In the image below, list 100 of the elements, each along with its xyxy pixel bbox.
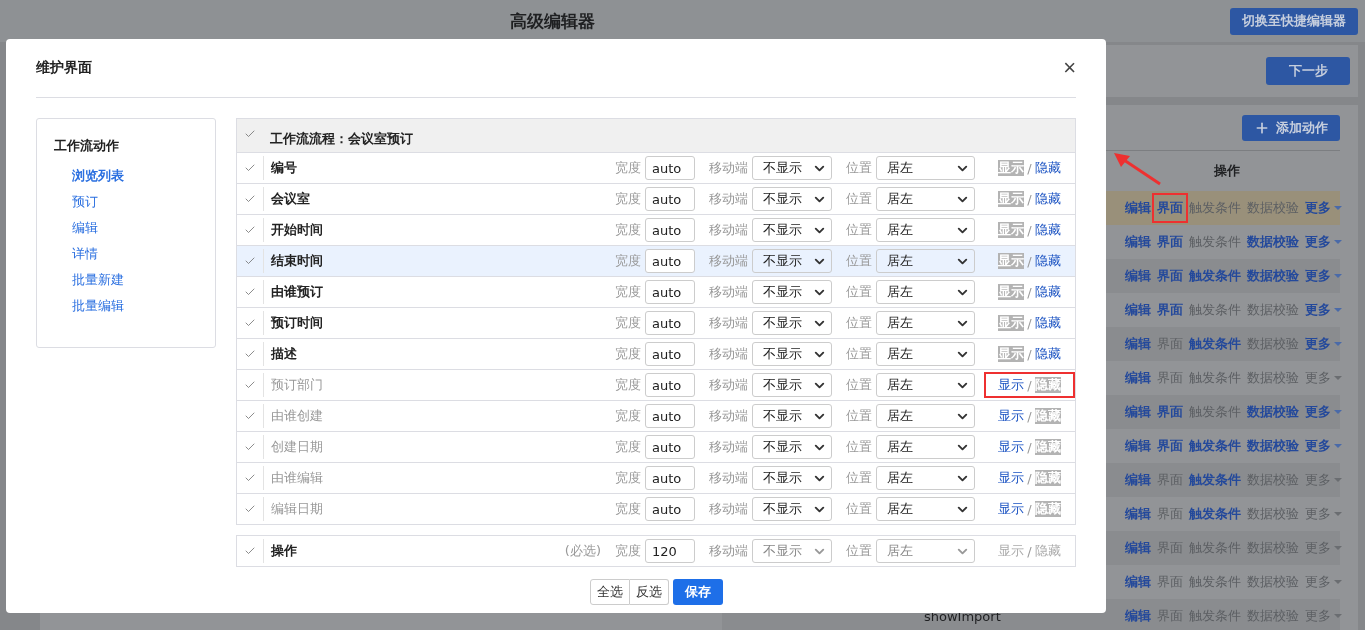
show-link[interactable]: 显示 (998, 407, 1025, 425)
mobile-select[interactable]: 不显示 (752, 497, 832, 521)
mobile-select[interactable]: 不显示 (752, 373, 832, 397)
action-link[interactable]: 数据校验 (1247, 437, 1299, 455)
position-select[interactable]: 居左 (876, 342, 975, 366)
width-input[interactable]: auto (645, 466, 695, 490)
show-link[interactable]: 显示 (998, 284, 1025, 300)
select-all-button[interactable]: 全选 (589, 579, 630, 605)
width-input[interactable]: auto (645, 156, 695, 180)
show-link[interactable]: 显示 (998, 253, 1025, 269)
switch-editor-button[interactable]: 切换至快捷编辑器 (1230, 7, 1358, 35)
action-link[interactable]: 触发条件 (1189, 335, 1241, 353)
action-link[interactable]: 更多 (1305, 199, 1343, 217)
mobile-select[interactable]: 不显示 (752, 156, 832, 180)
close-button[interactable]: × (1063, 55, 1076, 81)
position-select[interactable]: 居左 (876, 404, 975, 428)
action-link[interactable]: 触发条件 (1189, 471, 1241, 489)
hide-link[interactable]: 隐藏 (1034, 252, 1061, 270)
mobile-select[interactable]: 不显示 (752, 249, 832, 273)
width-input[interactable]: auto (645, 342, 695, 366)
action-link[interactable]: 界面 (1157, 403, 1183, 421)
action-link[interactable]: 更多 (1305, 233, 1343, 251)
sidebar-item[interactable]: 批量编辑 (72, 293, 124, 319)
action-link[interactable]: 编辑 (1125, 573, 1151, 591)
action-link[interactable]: 更多 (1305, 301, 1343, 319)
action-link[interactable]: 编辑 (1125, 403, 1151, 421)
action-link[interactable]: 编辑 (1125, 607, 1151, 625)
width-input[interactable]: auto (645, 497, 695, 521)
action-link[interactable]: 数据校验 (1247, 199, 1299, 217)
action-link[interactable]: 触发条件 (1189, 505, 1241, 523)
save-button[interactable]: 保存 (672, 579, 723, 605)
show-link[interactable]: 显示 (998, 315, 1025, 331)
action-link[interactable]: 编辑 (1125, 335, 1151, 353)
hide-link[interactable]: 隐藏 (1034, 221, 1061, 239)
action-link[interactable]: 触发条件 (1189, 267, 1241, 285)
position-select[interactable]: 居左 (876, 280, 975, 304)
position-select[interactable]: 居左 (876, 497, 975, 521)
hide-link[interactable]: 隐藏 (1034, 408, 1061, 424)
width-input[interactable]: auto (645, 280, 695, 304)
mobile-select[interactable]: 不显示 (752, 435, 832, 459)
show-link[interactable]: 显示 (998, 222, 1025, 238)
action-link[interactable]: 更多 (1305, 267, 1343, 285)
hide-link[interactable]: 隐藏 (1034, 439, 1061, 455)
position-select[interactable]: 居左 (876, 466, 975, 490)
action-link[interactable]: 数据校验 (1247, 233, 1299, 251)
position-select[interactable]: 居左 (876, 373, 975, 397)
action-link[interactable]: 编辑 (1125, 539, 1151, 557)
hide-link[interactable]: 隐藏 (1034, 345, 1061, 363)
mobile-select[interactable]: 不显示 (752, 187, 832, 211)
position-select[interactable]: 居左 (876, 249, 975, 273)
action-link[interactable]: 界面 (1157, 301, 1183, 319)
mobile-select[interactable]: 不显示 (752, 404, 832, 428)
show-link[interactable]: 显示 (998, 346, 1025, 362)
position-select[interactable]: 居左 (876, 218, 975, 242)
sidebar-item[interactable]: 编辑 (72, 215, 98, 241)
show-link[interactable]: 显示 (998, 500, 1025, 518)
hide-link[interactable]: 隐藏 (1034, 314, 1061, 332)
hide-link[interactable]: 隐藏 (1034, 377, 1061, 393)
action-link[interactable]: 编辑 (1125, 301, 1151, 319)
width-input[interactable]: auto (645, 187, 695, 211)
action-link[interactable]: 界面 (1157, 233, 1183, 251)
width-input[interactable]: auto (645, 404, 695, 428)
sidebar-item[interactable]: 浏览列表 (72, 163, 124, 189)
show-link[interactable]: 显示 (998, 191, 1025, 207)
width-input[interactable]: auto (645, 435, 695, 459)
hide-link[interactable]: 隐藏 (1034, 283, 1061, 301)
position-select[interactable]: 居左 (876, 435, 975, 459)
action-link[interactable]: 触发条件 (1189, 199, 1241, 217)
mobile-select[interactable]: 不显示 (752, 280, 832, 304)
mobile-select[interactable]: 不显示 (752, 218, 832, 242)
position-select[interactable]: 居左 (876, 311, 975, 335)
show-link[interactable]: 显示 (998, 160, 1025, 176)
add-action-button[interactable]: 添加动作 (1242, 115, 1340, 141)
action-link[interactable]: 编辑 (1125, 471, 1151, 489)
action-link[interactable]: 编辑 (1125, 233, 1151, 251)
action-link[interactable]: 触发条件 (1189, 437, 1241, 455)
action-link[interactable]: 更多 (1305, 437, 1343, 455)
action-link[interactable]: 界面 (1152, 193, 1188, 223)
next-button[interactable]: 下一步 (1266, 57, 1350, 85)
width-input[interactable]: auto (645, 249, 695, 273)
invert-selection-button[interactable]: 反选 (629, 579, 669, 605)
sidebar-item[interactable]: 批量新建 (72, 267, 124, 293)
action-link[interactable]: 界面 (1157, 267, 1183, 285)
mobile-select[interactable]: 不显示 (752, 342, 832, 366)
hide-link[interactable]: 隐藏 (1034, 190, 1061, 208)
width-input[interactable]: auto (645, 373, 695, 397)
hide-link[interactable]: 隐藏 (1034, 501, 1061, 517)
width-input[interactable]: auto (645, 218, 695, 242)
action-link[interactable]: 编辑 (1125, 199, 1151, 217)
action-link[interactable]: 编辑 (1125, 505, 1151, 523)
action-link[interactable]: 数据校验 (1247, 267, 1299, 285)
action-link[interactable]: 编辑 (1125, 369, 1151, 387)
position-select[interactable]: 居左 (876, 156, 975, 180)
width-input[interactable]: auto (645, 311, 695, 335)
hide-link[interactable]: 隐藏 (1034, 470, 1061, 486)
mobile-select[interactable]: 不显示 (752, 311, 832, 335)
sidebar-item[interactable]: 详情 (72, 241, 98, 267)
action-link[interactable]: 更多 (1305, 335, 1343, 353)
hide-link[interactable]: 隐藏 (1034, 159, 1061, 177)
mobile-select[interactable]: 不显示 (752, 466, 832, 490)
